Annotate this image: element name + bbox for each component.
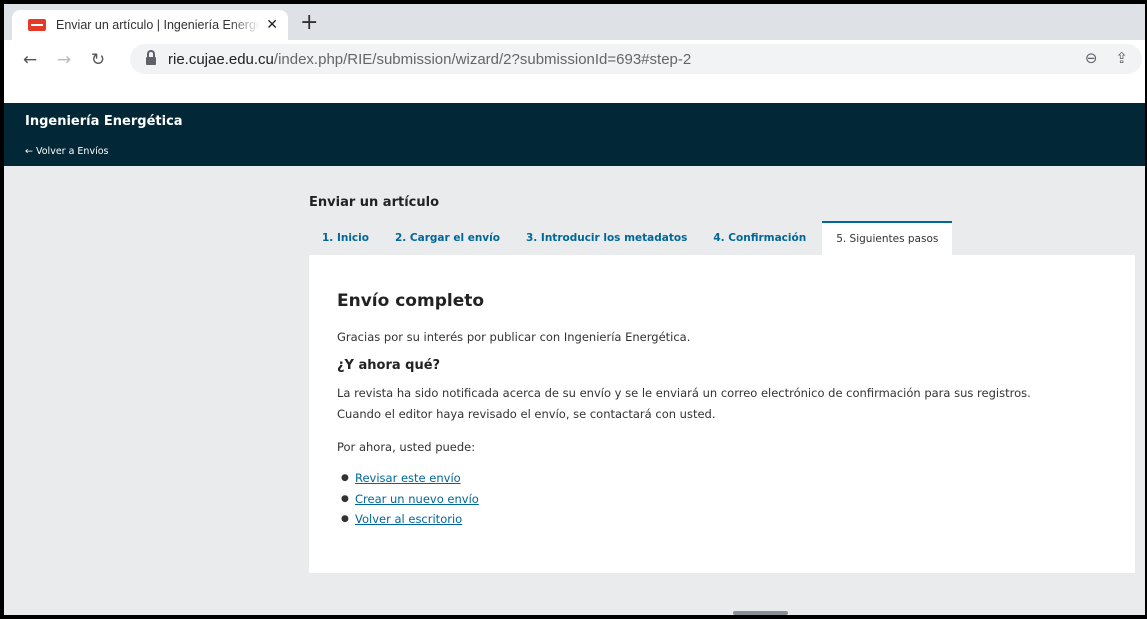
address-bar[interactable]: rie.cujae.edu.cu/index.php/RIE/submissio… [130, 44, 1142, 74]
dashboard-link[interactable]: Volver al escritorio [355, 509, 462, 530]
tab-metadatos[interactable]: 3. Introducir los metadatos [513, 221, 700, 255]
list-item: ● Revisar este envío [337, 468, 1107, 489]
page-title: Enviar un artículo [309, 195, 440, 210]
horizontal-scrollbar[interactable] [733, 611, 788, 615]
tab-cargar-envio[interactable]: 2. Cargar el envío [382, 221, 513, 255]
step-tabs: 1. Inicio 2. Cargar el envío 3. Introduc… [309, 221, 953, 255]
browser-window: Enviar un artículo | Ingeniería Energéti… [4, 4, 1145, 615]
new-submission-link[interactable]: Crear un nuevo envío [355, 489, 479, 510]
back-to-submissions-link[interactable]: ← Volver a Envíos [25, 146, 108, 157]
share-icon[interactable]: ⇪ [1115, 49, 1128, 67]
browser-toolbar: ← → ↻ rie.cujae.edu.cu/index.php/RIE/sub… [4, 40, 1145, 80]
next-steps-heading: ¿Y ahora qué? [337, 358, 441, 373]
list-item: ● Crear un nuevo envío [337, 489, 1107, 510]
options-intro: Por ahora, usted puede: [337, 440, 476, 454]
tab-title: Enviar un artículo | Ingeniería Energéti… [56, 18, 261, 32]
url-path: /index.php/RIE/submission/wizard/2?submi… [273, 50, 692, 68]
favicon-icon [28, 19, 46, 31]
tab-strip: Enviar un artículo | Ingeniería Energéti… [4, 4, 1145, 40]
reload-button[interactable]: ↻ [84, 50, 112, 70]
new-tab-button[interactable]: + [300, 10, 318, 36]
notice-text-line2: Cuando el editor haya revisado el envío,… [337, 407, 716, 421]
tab-confirmacion[interactable]: 4. Confirmación [700, 221, 819, 255]
review-submission-link[interactable]: Revisar este envío [355, 468, 461, 489]
site-title[interactable]: Ingeniería Energética [25, 114, 183, 129]
page-content: Enviar un artículo 1. Inicio 2. Cargar e… [4, 166, 1145, 615]
site-header: Ingeniería Energética ← Volver a Envíos [4, 103, 1145, 166]
url-host: rie.cujae.edu.cu [168, 50, 274, 68]
bullet-icon: ● [341, 473, 349, 483]
tab-inicio[interactable]: 1. Inicio [309, 221, 382, 255]
notice-text-line1: La revista ha sido notificada acerca de … [337, 386, 1031, 400]
bullet-icon: ● [341, 514, 349, 524]
completion-title: Envío completo [337, 291, 485, 311]
list-item: ● Volver al escritorio [337, 509, 1107, 530]
url-text[interactable]: rie.cujae.edu.cu/index.php/RIE/submissio… [168, 51, 691, 68]
lock-icon[interactable] [146, 49, 156, 65]
zoom-icon[interactable]: ⊖ [1085, 49, 1098, 67]
options-list: ● Revisar este envío ● Crear un nuevo enví… [337, 468, 1107, 530]
close-icon[interactable]: ✕ [266, 17, 278, 33]
back-button[interactable]: ← [16, 50, 44, 70]
tab-siguientes-pasos[interactable]: 5. Siguientes pasos [822, 221, 953, 255]
forward-button[interactable]: → [50, 50, 78, 70]
thanks-text: Gracias por su interés por publicar con … [337, 330, 691, 344]
completion-panel: Envío completo Gracias por su interés po… [309, 255, 1135, 573]
browser-tab[interactable]: Enviar un artículo | Ingeniería Energéti… [12, 10, 288, 40]
bullet-icon: ● [341, 493, 349, 504]
